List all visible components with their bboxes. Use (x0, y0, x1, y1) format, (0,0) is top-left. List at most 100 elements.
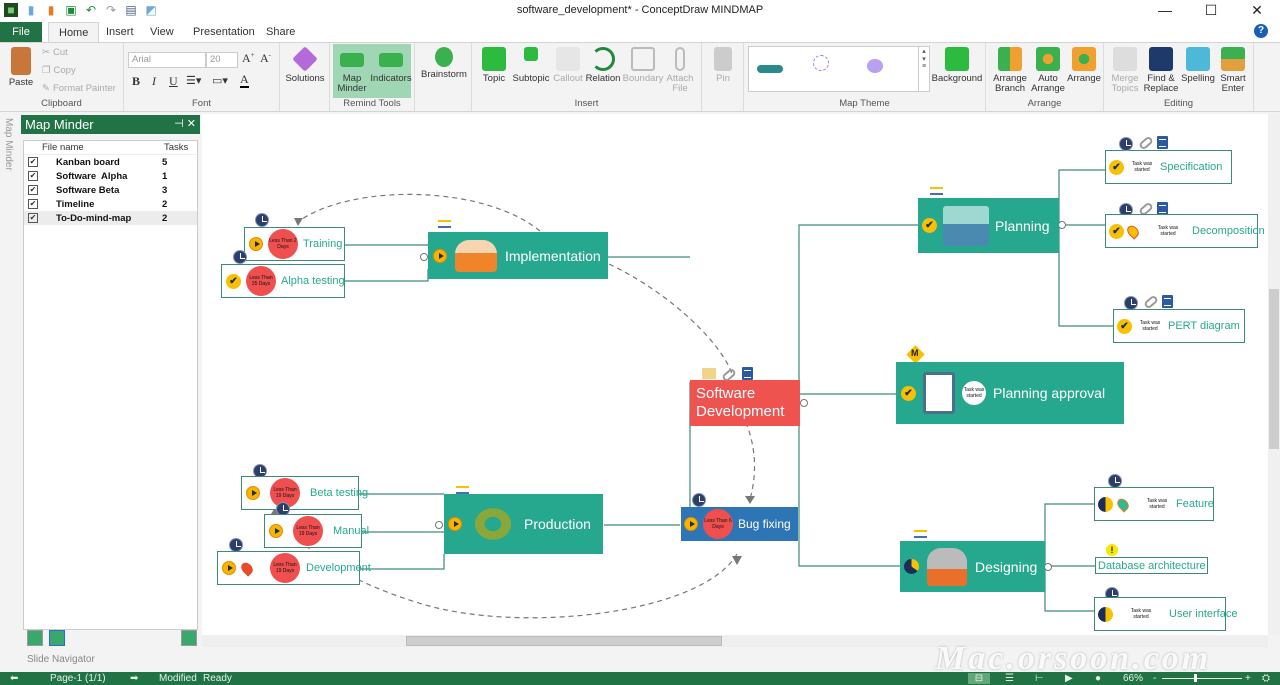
vertical-scrollbar[interactable] (1268, 114, 1280, 635)
highlight-icon[interactable]: ▭▾ (212, 74, 228, 87)
row-checkbox[interactable]: ✔ (28, 213, 38, 223)
font-color-button[interactable]: A (240, 73, 249, 88)
subtopic-training[interactable]: Less Than 2 Days Training (244, 227, 345, 261)
slide-navigator-tab[interactable]: Slide Navigator (27, 654, 95, 665)
minder-settings-icon[interactable] (181, 630, 197, 646)
subtopic-specification[interactable]: ✔ Task was started Specification (1105, 150, 1232, 184)
copy-button[interactable]: ❐ Copy (42, 65, 76, 76)
topic-button[interactable]: Topic (478, 47, 510, 84)
minder-view-icon-1[interactable] (27, 630, 43, 646)
subtopic-pert-diagram[interactable]: ✔ Task was started PERT diagram (1113, 309, 1245, 343)
row-checkbox[interactable]: ✔ (28, 199, 38, 209)
theme-thumb-2[interactable] (813, 55, 829, 71)
subtopic-manual[interactable]: Less Than 19 Days Manual (264, 514, 369, 548)
close-button[interactable]: ✕ (1234, 0, 1280, 22)
background-button[interactable]: Background (930, 47, 984, 84)
planning-topic[interactable]: ✔ Planning (918, 198, 1059, 253)
bug-fixing-topic[interactable]: Less Than 6 Days Bug fixing (681, 507, 798, 541)
find-replace-button[interactable]: Find & Replace (1142, 47, 1180, 94)
subtopic-beta-testing[interactable]: Less Than 19 Days Beta testing (241, 476, 368, 510)
callout-button[interactable]: Callout (552, 47, 584, 84)
grow-font-button[interactable]: A+ (242, 51, 255, 66)
note-icon[interactable] (742, 367, 753, 380)
auto-arrange-button[interactable]: Auto Arrange (1030, 47, 1066, 94)
indicators-button[interactable]: Indicators (370, 47, 412, 84)
arrange-button[interactable]: Arrange (1066, 47, 1102, 84)
attach-file-button[interactable]: Attach File (664, 47, 696, 94)
col-file-name[interactable]: File name (42, 142, 164, 153)
fit-page-icon[interactable]: ⛭ (1262, 673, 1270, 684)
pin-panel-icon[interactable]: ⊣ (174, 118, 187, 130)
tab-file[interactable]: File (0, 22, 42, 42)
font-size-select[interactable]: 20 (206, 52, 238, 68)
production-topic[interactable]: Production (444, 494, 603, 554)
table-row[interactable]: ✔ Software Alpha 1 (24, 169, 197, 183)
tab-home[interactable]: Home (48, 22, 100, 42)
minder-view-icon-2[interactable] (49, 630, 65, 646)
zoom-slider[interactable] (1162, 678, 1242, 679)
zoom-slider-thumb[interactable] (1194, 674, 1197, 682)
row-checkbox[interactable]: ✔ (28, 157, 38, 167)
arrange-branch-button[interactable]: Arrange Branch (990, 47, 1030, 94)
row-checkbox[interactable]: ✔ (28, 185, 38, 195)
minimize-button[interactable]: — (1142, 0, 1188, 22)
gallery-scroll[interactable]: ▴ ▾ ≡ (918, 47, 929, 91)
font-family-select[interactable]: Arial (128, 52, 206, 68)
tab-share[interactable]: Share (256, 22, 305, 42)
italic-button[interactable]: I (152, 74, 156, 89)
close-panel-icon[interactable]: ✕ (187, 118, 196, 130)
theme-toggle-icon[interactable]: ● (1095, 673, 1101, 684)
boundary-button[interactable]: Boundary (622, 47, 664, 84)
table-row[interactable]: ✔ Software Beta 3 (24, 183, 197, 197)
subtopic-alpha-testing[interactable]: ✔ Less Than 25 Days Alpha testing (221, 264, 345, 298)
solutions-button[interactable]: Solutions (282, 46, 328, 84)
mindmap-canvas[interactable]: Software Development Implementation Less… (202, 114, 1268, 635)
pin-button[interactable]: Pin (706, 47, 740, 84)
implementation-topic[interactable]: Implementation (428, 232, 608, 279)
horizontal-scroll-thumb[interactable] (406, 636, 722, 646)
table-row[interactable]: ✔ To-Do-mind-map 2 (24, 211, 197, 225)
relation-button[interactable]: Relation (585, 47, 621, 84)
view-tree-icon[interactable]: ⊢ (1035, 673, 1044, 684)
subtopic-feature[interactable]: Task was started Feature (1094, 487, 1214, 521)
subtopic-development[interactable]: Less Than 19 Days Development (217, 551, 371, 585)
prev-page-icon[interactable]: ⬅ (10, 673, 18, 684)
subtopic-button[interactable]: Subtopic (512, 47, 550, 84)
view-mindmap-icon[interactable]: ⊟ (968, 673, 990, 684)
maximize-button[interactable]: ☐ (1188, 0, 1234, 22)
row-checkbox[interactable]: ✔ (28, 171, 38, 181)
subtopic-user-interface[interactable]: Task was started User interface (1094, 597, 1237, 631)
cut-button[interactable]: ✂ Cut (42, 47, 68, 58)
vertical-scroll-thumb[interactable] (1269, 289, 1279, 449)
zoom-out-button[interactable]: - (1153, 673, 1156, 684)
tab-view[interactable]: View (140, 22, 184, 42)
shrink-font-button[interactable]: A- (260, 51, 271, 66)
table-row[interactable]: ✔ Timeline 2 (24, 197, 197, 211)
help-icon[interactable]: ? (1254, 24, 1268, 38)
side-tab-map-minder[interactable]: Map Minder (3, 118, 14, 171)
zoom-in-button[interactable]: + (1245, 673, 1251, 684)
merge-topics-button[interactable]: Merge Topics (1108, 47, 1142, 94)
table-row[interactable]: ✔ Kanban board 5 (24, 155, 197, 169)
spelling-button[interactable]: Spelling (1180, 47, 1216, 84)
map-minder-button[interactable]: Map Minder (334, 47, 370, 94)
subtopic-decomposition[interactable]: ✔ Task was started Decomposition (1105, 214, 1265, 248)
format-painter-button[interactable]: ✎ Format Painter (42, 83, 116, 94)
folder-icon[interactable] (702, 368, 716, 379)
next-page-icon[interactable]: ➡ (130, 673, 138, 684)
planning-approval-topic[interactable]: ✔ Task was started Planning approval (896, 362, 1124, 424)
designing-topic[interactable]: Designing (900, 541, 1045, 592)
align-icon[interactable]: ☰▾ (186, 74, 201, 87)
theme-thumb-3[interactable] (867, 59, 883, 73)
smart-enter-button[interactable]: Smart Enter (1216, 47, 1250, 94)
bold-button[interactable]: B (132, 74, 140, 89)
tab-insert[interactable]: Insert (96, 22, 144, 42)
central-topic[interactable]: Software Development (690, 380, 800, 426)
view-outline-icon[interactable]: ☰ (1005, 673, 1014, 684)
paste-button[interactable]: Paste (6, 47, 36, 88)
presentation-play-icon[interactable]: ▶ (1065, 673, 1073, 684)
underline-button[interactable]: U (169, 74, 178, 89)
tab-presentation[interactable]: Presentation (183, 22, 265, 42)
theme-thumb-1[interactable] (757, 65, 783, 73)
map-theme-gallery[interactable]: ▴ ▾ ≡ (748, 46, 930, 92)
